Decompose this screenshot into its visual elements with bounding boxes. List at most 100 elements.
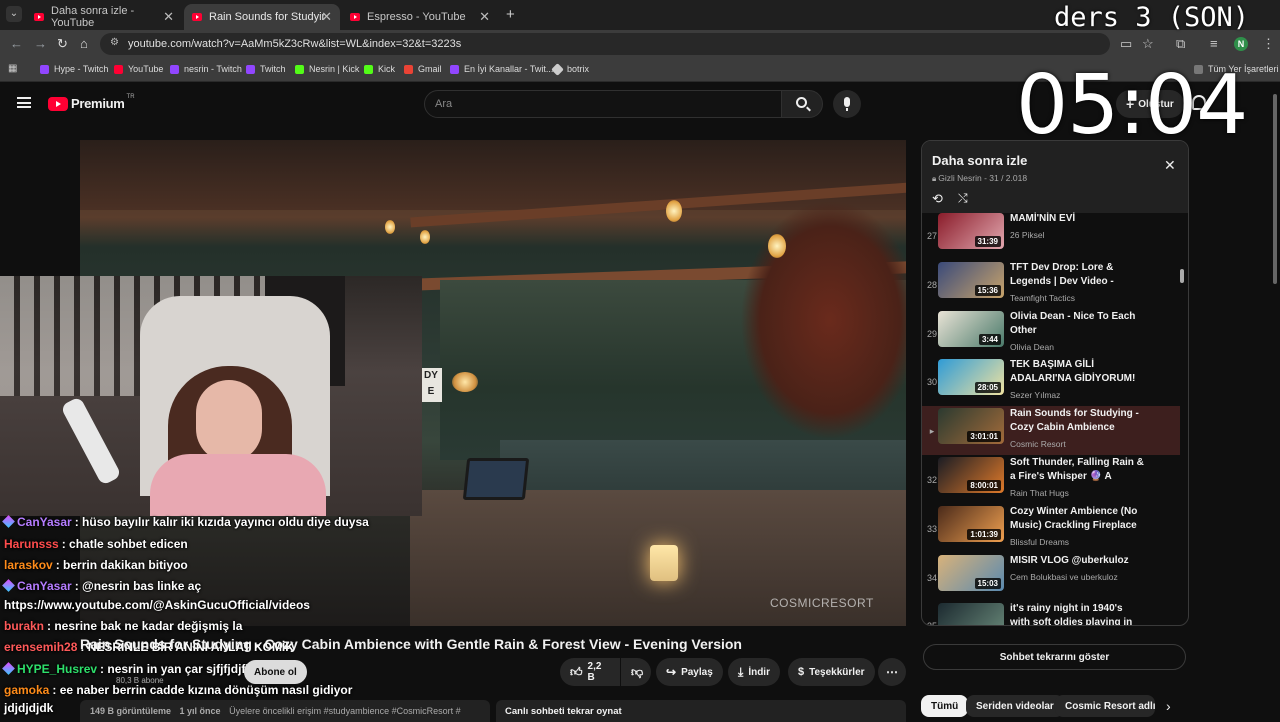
close-playlist-icon[interactable]: ✕ [1164, 157, 1176, 174]
chip-all[interactable]: Tümü [921, 695, 969, 717]
playlist-item[interactable]: 30 28:05 TEK BAŞIMA GİLİ ADALARI'NA GİDİYO… [922, 357, 1180, 406]
playlist-title[interactable]: Daha sonra izle [932, 153, 1027, 168]
playlist-item[interactable]: 353:27:47 it's rainy night in 1940's with… [922, 601, 1180, 625]
video-thumbnail[interactable]: 3:44 [938, 310, 1004, 347]
bookmark-kick[interactable]: Kick [364, 64, 395, 74]
video-thumbnail[interactable]: 15:36 [938, 261, 1004, 298]
chip-label: Seriden videolar [976, 700, 1054, 712]
new-tab-plus-icon[interactable]: + [506, 6, 515, 23]
kick-icon [364, 64, 373, 74]
playlist-item-channel[interactable]: Sezer Yılmaz [1010, 390, 1060, 400]
video-thumbnail[interactable]: 28:05 [938, 359, 1004, 396]
chat-message: jdjdjdjdk [4, 701, 53, 715]
chip-series[interactable]: Seriden videolar [966, 695, 1064, 717]
playlist-item-title[interactable]: Cozy Winter Ambience (No Music) Cracklin… [1010, 505, 1145, 533]
video-thumbnail[interactable]: 31:39 [938, 213, 1004, 249]
playlist-item-title[interactable]: Olivia Dean - Nice To Each Other [1010, 310, 1145, 338]
video-thumbnail[interactable]: 3:01:01 [938, 408, 1004, 445]
voice-search-button[interactable] [833, 90, 861, 118]
search-button[interactable] [781, 90, 823, 118]
playlist-item-channel[interactable]: Teamfight Tactics [1010, 293, 1075, 303]
playlist-item-title[interactable]: TFT Dev Drop: Lore & Legends | Dev Video… [1010, 261, 1145, 289]
replay-chat-box[interactable]: Canlı sohbeti tekrar oynat [496, 700, 906, 722]
playlist-item-channel[interactable]: Cem Bolukbasi ve uberkuloz [1010, 572, 1118, 582]
chat-text: : berrin dakikan bitiyoo [55, 558, 188, 572]
bookmark-botrix[interactable]: botrix [551, 62, 589, 76]
playlist-scrollbar[interactable] [1180, 217, 1184, 621]
tab-rain-sounds[interactable]: Rain Sounds for Studying - Coz ✕ [184, 4, 340, 30]
video-duration: 8:00:01 [967, 480, 1001, 491]
reload-icon[interactable]: ↻ [57, 36, 68, 52]
cast-icon[interactable]: ▭ [1120, 36, 1132, 52]
url-field[interactable]: ⚙ youtube.com/watch?v=AaMm5kZ3cRw&list=W… [100, 33, 1110, 55]
sign-text: DY E [420, 368, 442, 402]
bookmark-hype-twitch[interactable]: Hype - Twitch [40, 64, 108, 74]
bookmark-nesrin-twitch[interactable]: nesrin - Twitch [170, 64, 242, 74]
hamburger-menu-icon[interactable] [17, 97, 31, 108]
playlist-item[interactable]: 32 8:00:01 Soft Thunder, Falling Rain & a … [922, 455, 1180, 504]
bookmark-youtube[interactable]: YouTube [114, 64, 163, 74]
playlist-item-channel[interactable]: Rain That Hugs [1010, 488, 1069, 498]
playlist-item[interactable]: 28 15:36 TFT Dev Drop: Lore & Legends | De… [922, 260, 1180, 309]
playlist-item-title[interactable]: MAMİ'NİN EVİ [1010, 212, 1145, 226]
download-label: İndir [748, 666, 770, 678]
playlist-item-title[interactable]: TEK BAŞIMA GİLİ ADALARI'NA GİDİYORUM! [1010, 358, 1145, 386]
video-thumbnail[interactable]: 1:01:39 [938, 505, 1004, 542]
webcam-overlay [0, 276, 422, 516]
playlist-item-title[interactable]: Rain Sounds for Studying - Cozy Cabin Am… [1010, 407, 1145, 435]
profile-avatar[interactable]: N [1234, 37, 1248, 51]
playlist-item-title[interactable]: MISIR VLOG @uberkuloz [1010, 554, 1145, 568]
chat-text: : chatle sohbet edicen [61, 537, 188, 551]
bookmark-nesrin-kick[interactable]: Nesrin | Kick [295, 64, 359, 74]
tab-watch-later[interactable]: Daha sonra izle - YouTube ✕ [26, 4, 182, 30]
browser-menu-icon[interactable]: ⋮ [1262, 36, 1275, 52]
close-tab-icon[interactable]: ✕ [479, 9, 490, 25]
more-actions-button[interactable]: ⋯ [878, 658, 906, 686]
bookmark-star-icon[interactable]: ☆ [1142, 36, 1154, 52]
playlist-item[interactable]: 34 15:03 MISIR VLOG @uberkuloz Cem Bolukbas… [922, 553, 1180, 602]
dislike-button[interactable]: 👎︎ [621, 658, 651, 686]
media-control-icon[interactable]: ≡ [1210, 36, 1218, 51]
playlist-item-current[interactable]: ▸ 3:01:01 Rain Sounds for Studying - Cozy … [922, 406, 1180, 456]
tab-espresso[interactable]: Espresso - YouTube ✕ [342, 4, 498, 30]
video-thumbnail[interactable]: 3:27:47 [938, 603, 1004, 625]
forward-arrow-icon[interactable]: → [34, 36, 47, 51]
video-thumbnail[interactable]: 8:00:01 [938, 457, 1004, 493]
playlist-item[interactable]: 29 3:44 Olivia Dean - Nice To Each Other Ol… [922, 309, 1180, 358]
loop-icon[interactable]: ⟲ [932, 191, 943, 207]
bookmark-gmail[interactable]: Gmail [404, 64, 442, 74]
share-button[interactable]: ↪ Paylaş [656, 658, 723, 686]
close-tab-icon[interactable]: ✕ [321, 9, 332, 25]
search-input[interactable]: Ara [424, 90, 782, 118]
back-arrow-icon[interactable]: ← [10, 36, 23, 51]
bookmark-twitch[interactable]: Twitch [246, 64, 286, 74]
bookmark-best-channels[interactable]: En İyi Kanallar - Twit... [450, 64, 553, 74]
subscribe-button[interactable]: Abone ol [244, 660, 307, 684]
page-scrollbar[interactable] [1272, 84, 1278, 720]
chip-channel[interactable]: Cosmic Resort adlı yü [1055, 695, 1155, 717]
home-icon[interactable]: ⌂ [80, 36, 88, 51]
youtube-logo[interactable]: Premium TR [48, 94, 135, 111]
playlist-item-channel[interactable]: Blissful Dreams [1010, 537, 1069, 547]
like-button[interactable]: 👍︎ 2,2 B [560, 658, 620, 686]
show-chat-replay-button[interactable]: Sohbet tekrarını göster [923, 644, 1186, 670]
extensions-icon[interactable]: ⧉ [1176, 36, 1185, 52]
playlist-item-channel[interactable]: 26 Piksel [1010, 230, 1045, 240]
playlist-item-channel[interactable]: Cosmic Resort [1010, 439, 1066, 449]
shuffle-icon[interactable]: ⤭ [958, 191, 968, 206]
playlist-item-title[interactable]: it's rainy night in 1940's with soft old… [1010, 602, 1145, 625]
site-info-icon[interactable]: ⚙ [110, 37, 119, 48]
description-box[interactable]: 149 B görüntüleme 1 yıl önce Üyelere önc… [80, 700, 490, 722]
playlist-item-title[interactable]: Soft Thunder, Falling Rain & a Fire's Wh… [1010, 456, 1145, 484]
download-button[interactable]: ⤓ İndir [728, 658, 780, 686]
playlist-item[interactable]: 33 1:01:39 Cozy Winter Ambience (No Music)… [922, 504, 1180, 553]
apps-grid-icon[interactable]: ▦ [8, 63, 17, 74]
playlist-item[interactable]: 27 31:39 MAMİ'NİN EVİ 26 Piksel [922, 211, 1180, 260]
video-thumbnail[interactable]: 15:03 [938, 554, 1004, 591]
thanks-button[interactable]: $ Teşekkürler [788, 658, 875, 686]
playlist-item-channel[interactable]: Olivia Dean [1010, 342, 1054, 352]
chips-next-chevron-icon[interactable]: › [1166, 698, 1171, 714]
tab-list-chevron-icon[interactable]: ⌄ [6, 6, 22, 22]
video-duration: 3:44 [978, 333, 1001, 345]
close-tab-icon[interactable]: ✕ [163, 9, 174, 25]
